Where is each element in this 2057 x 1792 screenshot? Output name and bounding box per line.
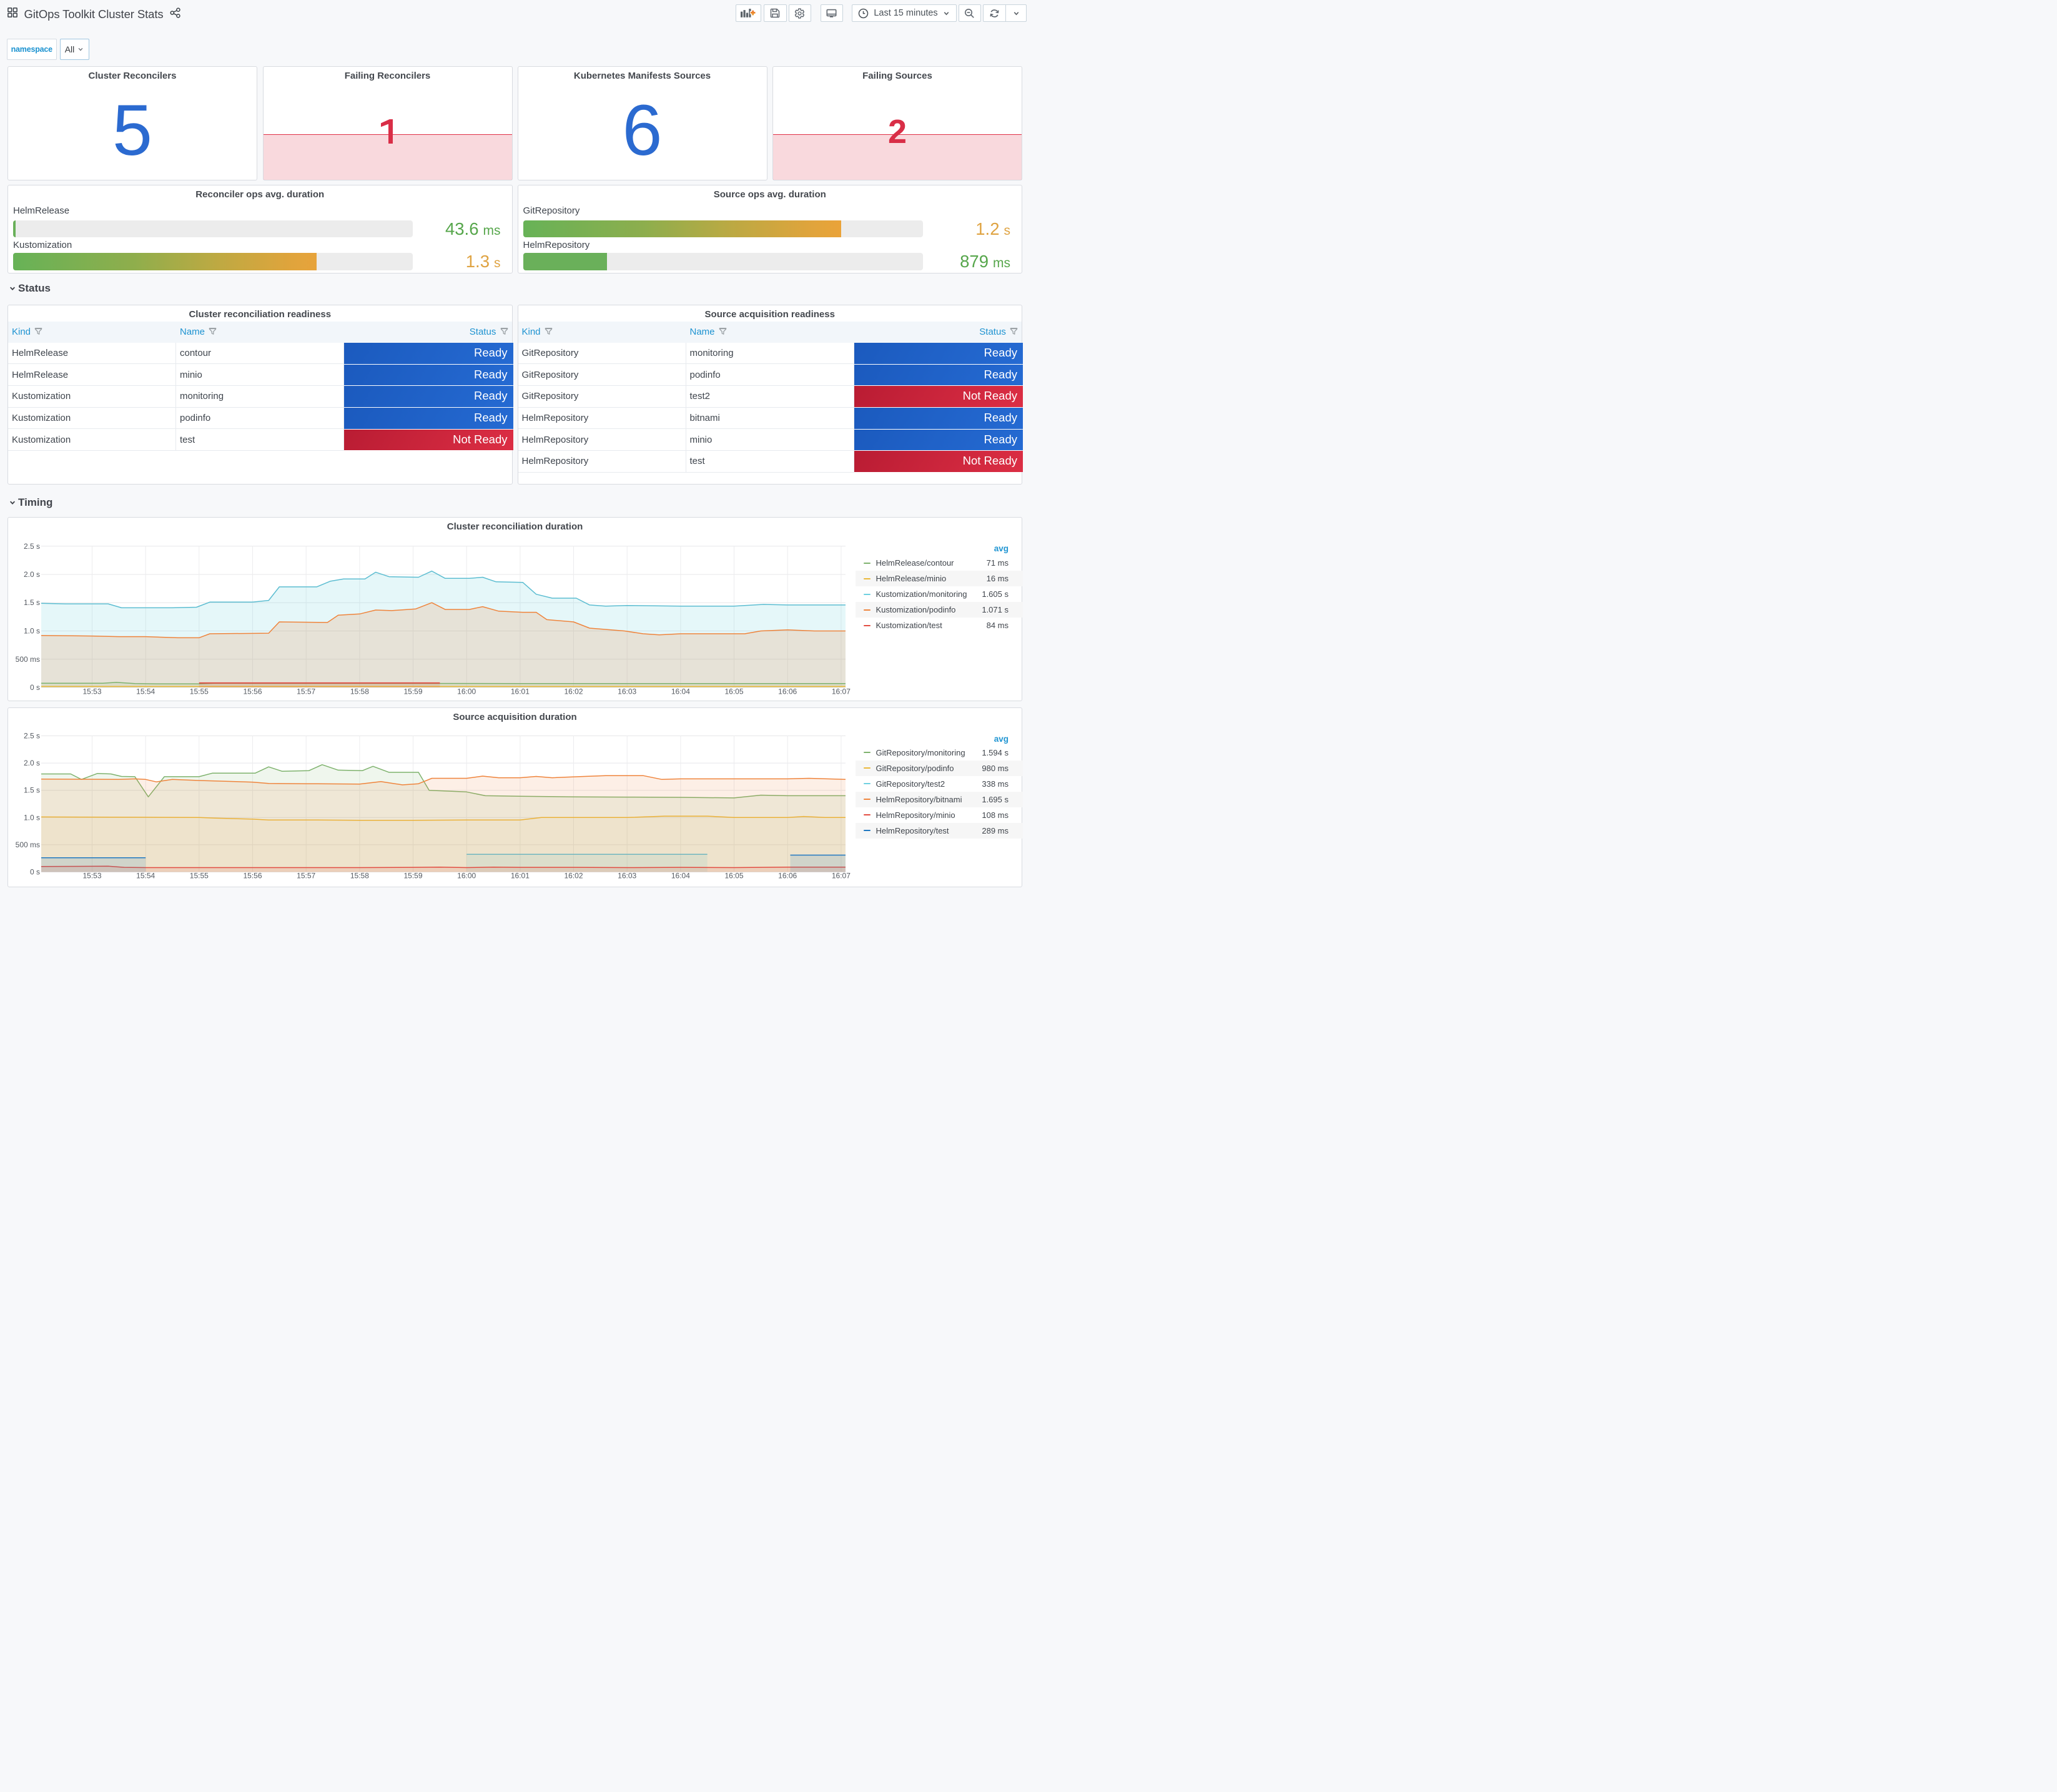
svg-text:16:02: 16:02 — [564, 871, 583, 880]
svg-text:15:59: 15:59 — [403, 687, 422, 696]
svg-text:16:06: 16:06 — [778, 871, 797, 880]
svg-text:1.5 s: 1.5 s — [24, 598, 40, 607]
svg-text:16:01: 16:01 — [511, 687, 530, 696]
svg-text:16:05: 16:05 — [724, 687, 743, 696]
svg-text:500 ms: 500 ms — [16, 840, 40, 849]
svg-text:15:53: 15:53 — [82, 687, 101, 696]
svg-text:15:58: 15:58 — [350, 871, 369, 880]
svg-text:15:56: 15:56 — [243, 871, 262, 880]
svg-text:1.0 s: 1.0 s — [24, 813, 40, 822]
svg-text:15:53: 15:53 — [82, 871, 101, 880]
svg-text:16:02: 16:02 — [564, 687, 583, 696]
svg-text:15:54: 15:54 — [136, 687, 155, 696]
svg-text:15:57: 15:57 — [297, 687, 315, 696]
svg-text:15:55: 15:55 — [190, 687, 209, 696]
svg-text:15:58: 15:58 — [350, 687, 369, 696]
svg-text:16:04: 16:04 — [671, 871, 690, 880]
svg-text:15:54: 15:54 — [136, 871, 155, 880]
svg-text:0 s: 0 s — [30, 683, 40, 692]
svg-text:15:59: 15:59 — [403, 871, 422, 880]
svg-text:16:05: 16:05 — [724, 871, 743, 880]
svg-text:16:06: 16:06 — [778, 687, 797, 696]
svg-text:2.0 s: 2.0 s — [24, 570, 40, 579]
svg-text:0 s: 0 s — [30, 867, 40, 876]
svg-text:15:57: 15:57 — [297, 871, 315, 880]
svg-text:16:03: 16:03 — [618, 871, 636, 880]
svg-text:16:04: 16:04 — [671, 687, 690, 696]
svg-text:16:07: 16:07 — [832, 687, 851, 696]
svg-text:16:07: 16:07 — [832, 871, 851, 880]
svg-text:1.5 s: 1.5 s — [24, 785, 40, 794]
svg-text:2.0 s: 2.0 s — [24, 759, 40, 767]
svg-text:500 ms: 500 ms — [16, 655, 40, 664]
svg-text:16:01: 16:01 — [511, 871, 530, 880]
svg-text:16:03: 16:03 — [618, 687, 636, 696]
svg-text:16:00: 16:00 — [457, 871, 476, 880]
svg-text:15:56: 15:56 — [243, 687, 262, 696]
svg-text:16:00: 16:00 — [457, 687, 476, 696]
svg-text:15:55: 15:55 — [190, 871, 209, 880]
svg-text:1.0 s: 1.0 s — [24, 627, 40, 636]
